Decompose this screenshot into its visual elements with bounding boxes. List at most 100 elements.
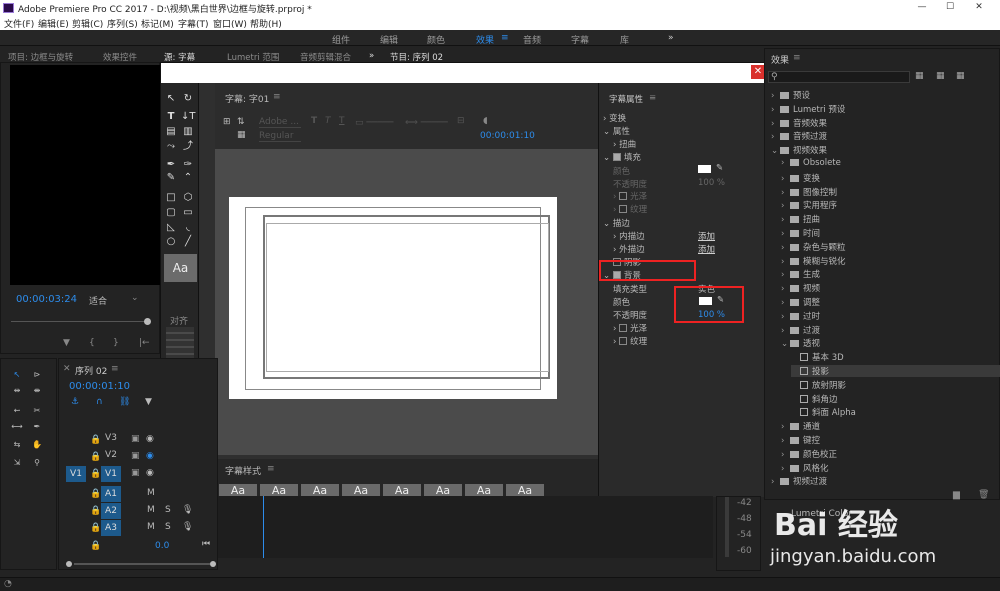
lock-icon[interactable]: 🔒 — [90, 523, 101, 533]
microphone-icon[interactable]: 🎙 — [182, 505, 193, 515]
chevron-down-icon[interactable]: ⌄ — [781, 339, 790, 349]
slide-icon[interactable]: ⇆ — [11, 439, 23, 451]
zoom-icon[interactable]: ⚲ — [31, 457, 43, 469]
master-volume[interactable]: 0.0 — [155, 541, 169, 551]
ws-menu-icon[interactable]: ≡ — [501, 33, 509, 43]
source-scrubber[interactable] — [11, 321, 151, 322]
effects-tree-item[interactable]: › 变换 — [781, 172, 1000, 184]
chevron-right-icon[interactable]: › — [781, 298, 790, 308]
effects-tree-item[interactable]: 斜面 Alpha — [791, 406, 1000, 418]
stroke-section[interactable]: ⌄ 描边 — [603, 217, 630, 229]
bold-icon[interactable]: T — [311, 116, 317, 126]
outer-stroke-row[interactable]: › 外描边 — [613, 243, 645, 255]
effects-tree-item[interactable]: › Obsolete — [781, 158, 1000, 168]
chevron-right-icon[interactable]: › — [781, 464, 790, 474]
rolling-edit-icon[interactable]: ⇼ — [31, 385, 43, 397]
effects-tree-item[interactable]: › 时间 — [781, 227, 1000, 239]
effects-tree-item[interactable]: › 过渡 — [781, 324, 1000, 336]
ws-captions[interactable]: 字幕 — [571, 33, 589, 46]
effects-tree-item[interactable]: › 风格化 — [781, 462, 1000, 474]
bg-sheen-row[interactable]: › 光泽 — [613, 322, 647, 334]
menu-title[interactable]: 字幕(T) — [178, 17, 209, 30]
fill-section[interactable]: ⌄ 填充 — [603, 151, 641, 163]
chevron-right-icon[interactable]: › — [781, 229, 790, 239]
vertical-area-type-icon[interactable]: ▥ — [181, 126, 195, 138]
ws-audio[interactable]: 音频 — [523, 33, 541, 46]
source-timecode[interactable]: 00:00:03:24 — [16, 294, 77, 305]
chevron-right-icon[interactable]: › — [781, 422, 790, 432]
scroll-handle[interactable] — [210, 561, 216, 567]
bg-texture-checkbox[interactable] — [619, 337, 628, 345]
effects-tree-item[interactable]: › 杂色与颗粒 — [781, 241, 1000, 253]
chevron-down-icon[interactable]: ⌄ — [771, 146, 780, 156]
area-type-tool-icon[interactable]: ▤ — [164, 126, 178, 138]
line-tool-icon[interactable]: ╱ — [181, 236, 195, 248]
effects-tree-item[interactable]: › 音频效果 — [771, 117, 1000, 129]
hand-icon[interactable]: ✋ — [31, 439, 43, 451]
maximize-button[interactable]: ☐ — [943, 2, 957, 12]
sync-lock-icon[interactable]: ▣ — [131, 468, 140, 478]
effects-tab[interactable]: 效果 — [771, 53, 789, 66]
chevron-right-icon[interactable]: › — [781, 326, 790, 336]
track-label[interactable]: A1 — [101, 486, 121, 502]
mute-icon[interactable]: M — [147, 505, 155, 515]
titler-timecode[interactable]: 00:00:01:10 — [480, 131, 535, 141]
title-properties-tab[interactable]: 字幕属性 — [609, 93, 643, 105]
fill-color-swatch[interactable] — [698, 165, 711, 173]
path-type-tool-icon[interactable]: ⤳ — [164, 141, 178, 153]
chevron-right-icon[interactable]: › — [771, 119, 780, 129]
italic-icon[interactable]: T — [325, 116, 331, 126]
fill-opacity-value[interactable]: 100 % — [698, 178, 725, 188]
effects-tree-item[interactable]: ⌄ 视频效果 — [771, 144, 1000, 156]
effects-search-input[interactable]: ⚲ — [768, 71, 910, 83]
font-style-field[interactable]: Regular — [259, 131, 301, 142]
selection-tool-icon[interactable]: ↖ — [164, 93, 178, 105]
title-styles-tab[interactable]: 字幕样式 — [225, 464, 261, 477]
transform-section[interactable]: › 变换 — [603, 112, 626, 124]
effects-tree-item[interactable]: › 键控 — [781, 434, 1000, 446]
timeline-timecode[interactable]: 00:00:01:10 — [69, 381, 130, 392]
vertical-type-tool-icon[interactable]: ↓T — [181, 111, 196, 123]
props-menu-icon[interactable]: ≡ — [649, 93, 656, 103]
chevron-right-icon[interactable]: › — [781, 312, 790, 322]
attributes-section[interactable]: ⌄ 属性 — [603, 125, 630, 137]
chevron-right-icon[interactable]: › — [781, 450, 790, 460]
templates-icon[interactable]: ▦ — [237, 130, 246, 140]
slip-icon[interactable]: ⟷ — [11, 421, 23, 433]
ws-effects[interactable]: 效果 — [476, 33, 494, 46]
solo-icon[interactable]: S — [165, 505, 171, 515]
type-tool-icon[interactable]: T — [164, 111, 178, 123]
close-timeline-icon[interactable]: ✕ — [63, 364, 71, 374]
chevron-right-icon[interactable]: › — [781, 188, 790, 198]
underline-icon[interactable]: T — [339, 116, 345, 126]
insert-nest-icon[interactable]: ⚓ — [71, 397, 79, 407]
font-size-slider[interactable]: ▭ ───── — [355, 118, 393, 128]
chevron-right-icon[interactable]: › — [781, 436, 790, 446]
vertical-path-type-icon[interactable]: ⤴ — [181, 141, 195, 153]
scroll-track[interactable] — [74, 563, 210, 565]
bg-texture-row[interactable]: › 纹理 — [613, 335, 647, 347]
lock-icon[interactable]: 🔒 — [90, 506, 101, 516]
effects-tree-item[interactable]: 投影 — [791, 365, 1000, 377]
ws-assembly[interactable]: 组件 — [332, 33, 350, 46]
menu-sequence[interactable]: 序列(S) — [107, 17, 138, 30]
kerning-field[interactable]: ⟺ ───── — [405, 118, 448, 128]
eye-icon[interactable]: ◉ — [146, 451, 154, 461]
chevron-right-icon[interactable]: › — [771, 132, 780, 142]
add-marker-icon[interactable]: ▼ — [145, 397, 152, 407]
track-label[interactable]: V2 — [101, 450, 121, 464]
snap-icon[interactable]: ∩ — [96, 397, 103, 407]
effects-tree-item[interactable]: 斜角边 — [791, 393, 1000, 405]
timeline-tab[interactable]: 序列 02 — [75, 364, 107, 377]
master-end-icon[interactable]: ⏮ — [202, 539, 210, 549]
effects-tree-item[interactable]: 放射阴影 — [791, 379, 1000, 391]
roll-crawl-icon[interactable]: ⇅ — [237, 117, 245, 127]
pen-tool-icon[interactable]: ✒ — [164, 159, 178, 171]
mute-icon[interactable]: M — [147, 488, 155, 498]
rounded-corner-rect-icon[interactable]: ▭ — [181, 207, 195, 219]
menu-clip[interactable]: 剪辑(C) — [72, 17, 103, 30]
convert-anchor-icon[interactable]: ⌃ — [181, 172, 195, 184]
ws-editing[interactable]: 编辑 — [380, 33, 398, 46]
menu-marker[interactable]: 标记(M) — [141, 17, 174, 30]
titler-tab[interactable]: 字幕: 字01 — [225, 92, 269, 105]
